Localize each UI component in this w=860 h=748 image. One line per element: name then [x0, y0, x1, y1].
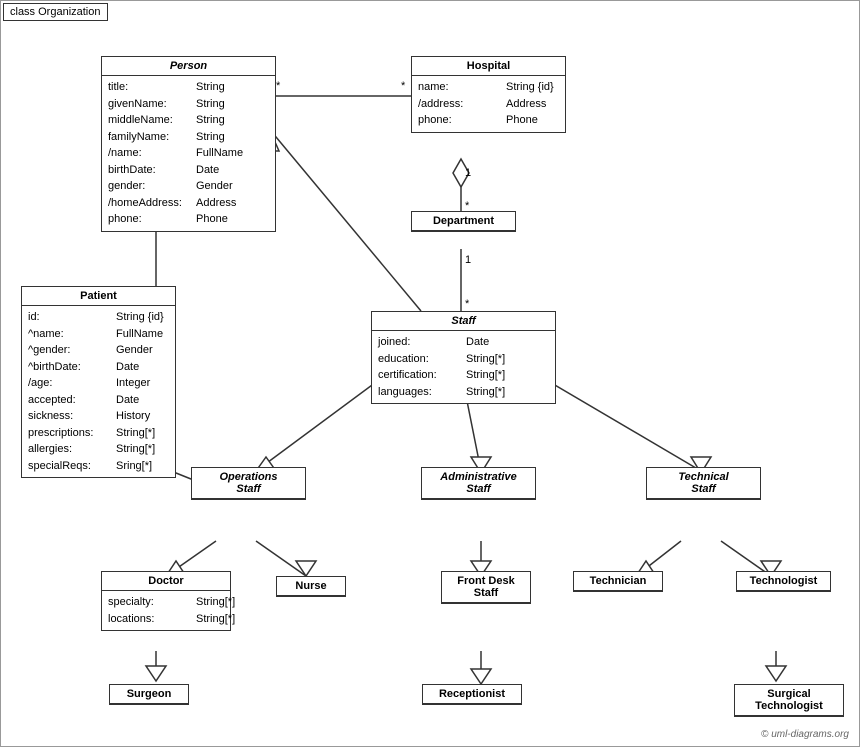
svg-text:1: 1 [465, 167, 471, 179]
class-technologist-title: Technologist [737, 572, 830, 591]
class-operations-staff: OperationsStaff [191, 467, 306, 500]
class-front-desk-staff: Front DeskStaff [441, 571, 531, 604]
diagram-container: class Organization * * 1 * 1 * * * [0, 0, 860, 747]
class-administrative-staff-title: AdministrativeStaff [422, 468, 535, 499]
class-hospital: Hospital name:String {id} /address:Addre… [411, 56, 566, 133]
class-administrative-staff: AdministrativeStaff [421, 467, 536, 500]
svg-text:*: * [465, 298, 470, 310]
class-technical-staff: TechnicalStaff [646, 467, 761, 500]
svg-text:*: * [401, 80, 406, 92]
class-receptionist: Receptionist [422, 684, 522, 705]
class-technologist: Technologist [736, 571, 831, 592]
class-nurse: Nurse [276, 576, 346, 597]
class-patient-title: Patient [22, 287, 175, 306]
class-front-desk-staff-title: Front DeskStaff [442, 572, 530, 603]
class-technician: Technician [573, 571, 663, 592]
class-person-attrs: title:String givenName:String middleName… [102, 76, 275, 231]
class-technical-staff-title: TechnicalStaff [647, 468, 760, 499]
class-nurse-title: Nurse [277, 577, 345, 596]
svg-text:*: * [276, 80, 281, 92]
class-hospital-title: Hospital [412, 57, 565, 76]
class-doctor: Doctor specialty:String[*] locations:Str… [101, 571, 231, 631]
class-surgical-technologist-title: SurgicalTechnologist [735, 685, 843, 716]
class-doctor-title: Doctor [102, 572, 230, 591]
class-operations-staff-title: OperationsStaff [192, 468, 305, 499]
diagram-title: class Organization [3, 3, 108, 21]
svg-text:1: 1 [465, 254, 471, 266]
watermark: © uml-diagrams.org [761, 729, 849, 740]
class-patient-attrs: id:String {id} ^name:FullName ^gender:Ge… [22, 306, 175, 477]
class-surgeon: Surgeon [109, 684, 189, 705]
class-technician-title: Technician [574, 572, 662, 591]
class-staff-attrs: joined:Date education:String[*] certific… [372, 331, 555, 403]
class-receptionist-title: Receptionist [423, 685, 521, 704]
class-department-title: Department [412, 212, 515, 231]
class-staff: Staff joined:Date education:String[*] ce… [371, 311, 556, 404]
class-person-title: Person [102, 57, 275, 76]
class-staff-title: Staff [372, 312, 555, 331]
class-department: Department [411, 211, 516, 232]
class-hospital-attrs: name:String {id} /address:Address phone:… [412, 76, 565, 132]
class-surgical-technologist: SurgicalTechnologist [734, 684, 844, 717]
class-patient: Patient id:String {id} ^name:FullName ^g… [21, 286, 176, 478]
class-person: Person title:String givenName:String mid… [101, 56, 276, 232]
class-surgeon-title: Surgeon [110, 685, 188, 704]
class-doctor-attrs: specialty:String[*] locations:String[*] [102, 591, 230, 630]
